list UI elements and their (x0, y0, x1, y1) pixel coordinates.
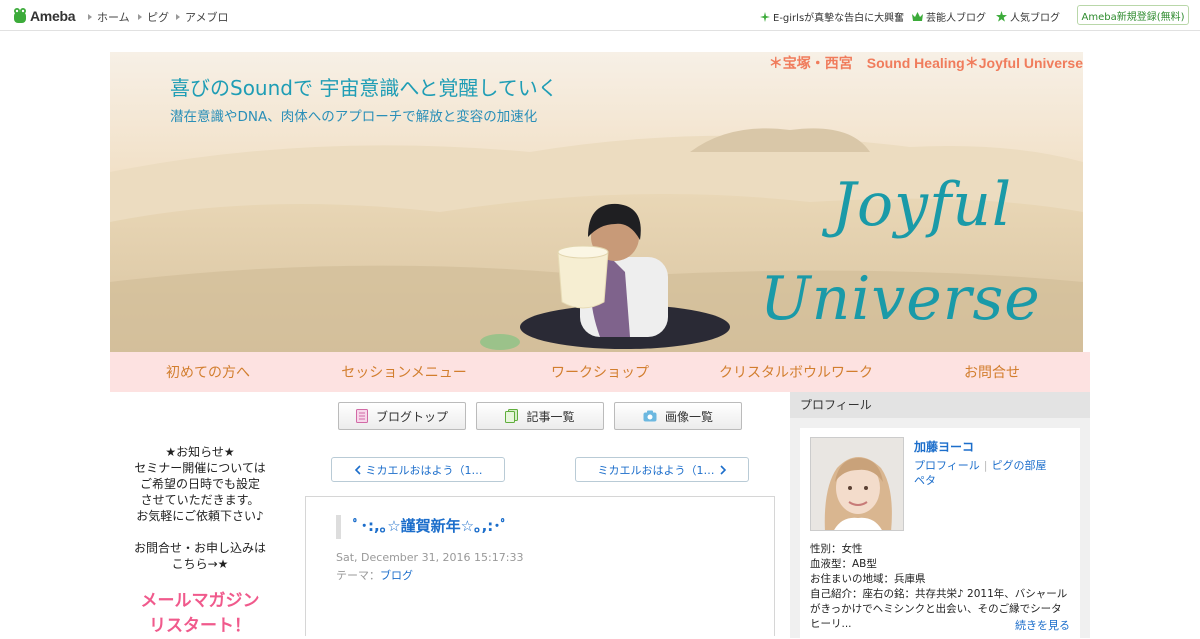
mailmag-line1: メールマガジン (140, 591, 260, 611)
star-icon (996, 11, 1007, 22)
chevron-left-icon (354, 464, 361, 475)
menu-workshop[interactable]: ワークショップ (502, 352, 698, 392)
topnav-home-label: ホーム (97, 11, 130, 24)
blog-menu-bar: 初めての方へ セッションメニュー ワークショップ クリスタルボウルワーク お問合… (110, 352, 1090, 392)
menu-first-time[interactable]: 初めての方へ (110, 352, 306, 392)
crown-icon (912, 12, 923, 21)
image-list-button[interactable]: 画像一覧 (614, 402, 742, 430)
logo-text: Ameba (30, 8, 76, 24)
global-header: Ameba ホーム ピグ アメブロ E-girlsが真摯な告白に大興奮 芸能人ブ… (0, 0, 1200, 31)
banner-script-universe: Universe (760, 264, 1041, 334)
pig-room-link[interactable]: ピグの部屋 (992, 459, 1047, 472)
banner-headline: 喜びのSoundで 宇宙意識へと覚醒していく (170, 76, 558, 100)
article-date: Sat, December 31, 2016 15:17:33 (336, 551, 524, 564)
notice-line: させていただきます。 (140, 493, 260, 507)
article-title[interactable]: ﾟ･:,｡☆謹賀新年☆｡,:･ﾟ (336, 515, 508, 539)
profile-read-more-link[interactable]: 続きを見る (1015, 617, 1070, 633)
triangle-icon (88, 14, 92, 20)
theme-label: テーマ： (336, 569, 380, 582)
topic-link-label: E-girlsが真摯な告白に大興奮 (773, 13, 905, 24)
next-article-label: ミカエルおはよう（1… (597, 463, 715, 477)
celebrity-blog-link[interactable]: 芸能人ブログ (912, 9, 986, 24)
blog-top-label: ブログトップ (375, 409, 448, 424)
topnav-home[interactable]: ホーム (88, 9, 130, 25)
next-article-button[interactable]: ミカエルおはよう（1… (575, 457, 749, 482)
peta-link[interactable]: ペタ (914, 474, 936, 487)
topnav-ameblo-label: アメブロ (185, 11, 229, 24)
avatar[interactable] (810, 437, 904, 531)
divider: | (983, 459, 988, 472)
notice-spacer (120, 524, 280, 540)
topnav-ameblo[interactable]: アメブロ (176, 9, 228, 25)
camera-icon (643, 410, 657, 422)
article-theme: テーマ：ブログ (336, 567, 413, 583)
blog-top-button[interactable]: ブログトップ (338, 402, 466, 430)
profile-photo (811, 438, 903, 530)
profile-heading: プロフィール (790, 392, 1090, 418)
notice-line: ご希望の日時でも設定 (139, 477, 260, 491)
mailmag-line2: リスタート！ (149, 616, 251, 636)
triangle-icon (138, 14, 142, 20)
chevron-right-icon (719, 464, 726, 475)
profile-links: プロフィール | ピグの部屋 ペタ (914, 458, 1064, 488)
mail-magazine-banner[interactable]: メールマガジン リスタート！ (120, 589, 280, 639)
profile-link[interactable]: プロフィール (914, 459, 980, 472)
prev-article-button[interactable]: ミカエルおはよう（1… (331, 457, 505, 482)
menu-contact[interactable]: お問合せ (894, 352, 1090, 392)
topic-link[interactable]: E-girlsが真摯な告白に大興奮 (760, 9, 904, 24)
menu-session[interactable]: セッションメニュー (306, 352, 502, 392)
profile-name[interactable]: 加藤ヨーコ (914, 438, 974, 455)
notice-line: お問合せ・お申し込みは (133, 541, 266, 555)
contact-link[interactable]: こちら→★ (120, 556, 280, 572)
banner-script-joyful: Joyful (832, 170, 1013, 240)
sidebar-notice: ★お知らせ★ セミナー開催については ご希望の日時でも設定 させていただきます。… (120, 444, 280, 572)
ameba-logo[interactable]: Ameba (12, 6, 75, 26)
theme-link[interactable]: ブログ (380, 569, 413, 582)
notice-line: セミナー開催については (134, 461, 266, 475)
article-list-button[interactable]: 記事一覧 (476, 402, 604, 430)
document-icon (355, 409, 368, 423)
notice-line: お気軽にご依頼下さい♪ (136, 509, 264, 523)
celebrity-blog-label: 芸能人ブログ (926, 13, 986, 24)
popular-blog-link[interactable]: 人気ブログ (996, 9, 1060, 24)
profile-blood-type: 血液型：AB型 (810, 558, 877, 570)
banner-tagline: ＊宝塚・西宮 Sound Healing＊Joyful Universe (768, 55, 1083, 71)
notice-line: ★お知らせ★ (165, 445, 235, 459)
topnav-pig[interactable]: ピグ (138, 9, 169, 25)
popular-blog-label: 人気ブログ (1010, 13, 1060, 24)
prev-article-label: ミカエルおはよう（1… (365, 463, 483, 477)
profile-gender: 性別：女性 (810, 543, 863, 555)
triangle-icon (176, 14, 180, 20)
article-entry: ﾟ･:,｡☆謹賀新年☆｡,:･ﾟ Sat, December 31, 2016 … (305, 496, 775, 636)
signup-button[interactable]: Ameba新規登録(無料) (1077, 5, 1189, 25)
profile-region: お住まいの地域：兵庫県 (810, 573, 926, 585)
ameba-frog-icon (14, 8, 26, 23)
sparkle-icon (760, 11, 770, 22)
article-list-label: 記事一覧 (526, 409, 575, 424)
pages-icon (505, 409, 519, 423)
topnav-pig-label: ピグ (147, 11, 169, 24)
menu-crystal-bowl[interactable]: クリスタルボウルワーク (698, 352, 894, 392)
blog-header-banner[interactable]: ＊宝塚・西宮 Sound Healing＊Joyful Universe 喜びの… (110, 52, 1083, 352)
image-list-label: 画像一覧 (664, 409, 713, 424)
banner-subline: 潜在意識やDNA、肉体へのアプローチで解放と変容の加速化 (170, 109, 538, 125)
